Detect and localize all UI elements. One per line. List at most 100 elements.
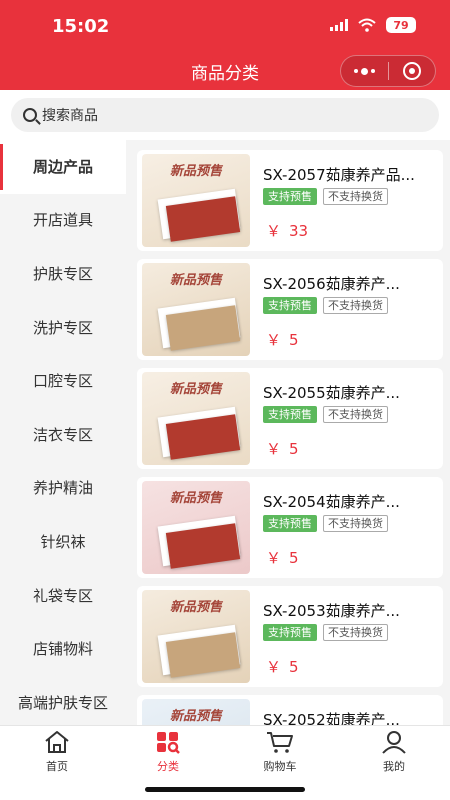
sidebar-item-laundry[interactable]: 洁衣专区: [0, 408, 126, 462]
tab-category[interactable]: 分类: [128, 730, 208, 774]
sidebar-item-socks[interactable]: 针织袜: [0, 515, 126, 569]
category-grid-icon: [157, 732, 180, 754]
close-miniprogram-button[interactable]: [389, 56, 436, 86]
sidebar-item-store-props[interactable]: 开店道具: [0, 194, 126, 248]
search-bar-container: 搜索商品: [0, 90, 450, 140]
tab-home[interactable]: 首页: [17, 730, 97, 774]
sidebar-item-label: 护肤专区: [32, 264, 93, 283]
sidebar-item-oral[interactable]: 口腔专区: [0, 354, 126, 408]
status-icons: 79: [330, 17, 416, 33]
price-value: 5: [289, 331, 299, 349]
sidebar-item-skincare[interactable]: 护肤专区: [0, 247, 126, 301]
no-exchange-tag: 不支持换货: [323, 188, 388, 205]
sidebar-item-label: 洗护专区: [32, 318, 93, 337]
sidebar-item-label: 礼袋专区: [32, 586, 93, 605]
thumb-title: 新品预售: [169, 273, 222, 288]
product-price: ￥ 33: [266, 220, 308, 241]
product-card[interactable]: 新品预售 SX-2057茹康养产品... 支持预售 不支持换货 ￥ 33: [137, 150, 443, 251]
status-time: 15:02: [52, 16, 110, 37]
sidebar-item-label: 店铺物料: [32, 640, 93, 659]
currency-symbol: ￥: [266, 658, 282, 676]
header: 15:02 79 商品分类: [0, 0, 450, 90]
product-name: SX-2054茹康养产...: [263, 493, 400, 511]
product-card[interactable]: 新品预售 SX-2056茹康养产... 支持预售 不支持换货 ￥ 5: [137, 259, 443, 360]
tab-cart-label: 购物车: [263, 760, 297, 773]
bottom-tab-bar: 首页 分类 购物车 我的: [0, 725, 450, 800]
product-list: 新品预售 SX-2057茹康养产品... 支持预售 不支持换货 ￥ 33 新品预售…: [126, 140, 450, 725]
product-name: SX-2055茹康养产...: [263, 384, 400, 402]
tab-mine-label: 我的: [383, 760, 405, 773]
home-icon: [45, 731, 69, 753]
search-icon: [23, 108, 37, 122]
product-card[interactable]: 新品预售 SX-2052茹康养产...: [137, 695, 443, 725]
price-value: 33: [289, 222, 309, 240]
category-sidebar: 周边产品 开店道具 护肤专区 洗护专区 口腔专区 洁衣专区 养护精油 针织袜 礼…: [0, 140, 126, 725]
sidebar-item-essential-oil[interactable]: 养护精油: [0, 462, 126, 516]
sidebar-item-washcare[interactable]: 洗护专区: [0, 301, 126, 355]
product-card[interactable]: 新品预售 SX-2054茹康养产... 支持预售 不支持换货 ￥ 5: [137, 477, 443, 578]
sidebar-item-label: 口腔专区: [32, 372, 93, 391]
cart-icon: [267, 732, 293, 753]
product-card[interactable]: 新品预售 SX-2055茹康养产... 支持预售 不支持换货 ￥ 5: [137, 368, 443, 469]
product-card[interactable]: 新品预售 SX-2053茹康养产... 支持预售 不支持换货 ￥ 5: [137, 586, 443, 687]
sidebar-item-peripheral[interactable]: 周边产品: [0, 140, 126, 194]
currency-symbol: ￥: [266, 222, 282, 240]
thumb-title: 新品预售: [169, 491, 222, 506]
sidebar-item-label: 养护精油: [32, 479, 93, 498]
sidebar-item-label: 针织袜: [40, 532, 86, 551]
thumb-title: 新品预售: [169, 600, 222, 615]
sidebar-item-label: 周边产品: [32, 157, 93, 176]
product-price: ￥ 5: [266, 656, 299, 677]
product-tags: 支持预售 不支持换货: [263, 624, 388, 641]
tab-cart[interactable]: 购物车: [240, 730, 320, 774]
product-image[interactable]: 新品预售: [142, 481, 250, 574]
product-price: ￥ 5: [266, 438, 299, 459]
currency-symbol: ￥: [266, 331, 282, 349]
search-input[interactable]: 搜索商品: [11, 98, 439, 132]
currency-symbol: ￥: [266, 549, 282, 567]
presale-tag: 支持预售: [263, 515, 317, 532]
presale-tag: 支持预售: [263, 297, 317, 314]
battery-indicator: 79: [386, 17, 416, 33]
price-value: 5: [289, 658, 299, 676]
mini-program-capsule: [340, 55, 436, 87]
product-name: SX-2056茹康养产...: [263, 275, 400, 293]
sidebar-item-store-materials[interactable]: 店铺物料: [0, 622, 126, 676]
product-image[interactable]: 新品预售: [142, 699, 250, 725]
product-image[interactable]: 新品预售: [142, 154, 250, 247]
no-exchange-tag: 不支持换货: [323, 515, 388, 532]
product-image[interactable]: 新品预售: [142, 590, 250, 683]
presale-tag: 支持预售: [263, 406, 317, 423]
price-value: 5: [289, 440, 299, 458]
tab-home-label: 首页: [46, 760, 68, 773]
product-image[interactable]: 新品预售: [142, 263, 250, 356]
target-icon: [402, 62, 421, 80]
product-image[interactable]: 新品预售: [142, 372, 250, 465]
product-price: ￥ 5: [266, 547, 299, 568]
tab-category-label: 分类: [157, 760, 179, 773]
more-button[interactable]: [341, 56, 388, 86]
sidebar-item-gift-bags[interactable]: 礼袋专区: [0, 569, 126, 623]
sidebar-item-label: 洁衣专区: [32, 425, 93, 444]
product-name: SX-2052茹康养产...: [263, 711, 400, 725]
tab-mine[interactable]: 我的: [354, 730, 434, 774]
presale-tag: 支持预售: [263, 624, 317, 641]
wifi-icon: [358, 18, 376, 32]
thumb-title: 新品预售: [169, 164, 222, 179]
sidebar-item-label: 高端护肤专区: [17, 693, 108, 712]
user-icon: [382, 731, 406, 754]
currency-symbol: ￥: [266, 440, 282, 458]
no-exchange-tag: 不支持换货: [323, 624, 388, 641]
product-price: ￥ 5: [266, 329, 299, 350]
product-tags: 支持预售 不支持换货: [263, 297, 388, 314]
no-exchange-tag: 不支持换货: [323, 406, 388, 423]
thumb-title: 新品预售: [169, 382, 222, 397]
signal-icon: [330, 19, 348, 31]
product-name: SX-2053茹康养产...: [263, 602, 400, 620]
product-tags: 支持预售 不支持换货: [263, 406, 388, 423]
product-name: SX-2057茹康养产品...: [263, 166, 415, 184]
presale-tag: 支持预售: [263, 188, 317, 205]
sidebar-item-premium-skincare[interactable]: 高端护肤专区: [0, 676, 126, 725]
more-dots-icon: [353, 67, 375, 75]
search-placeholder: 搜索商品: [42, 108, 98, 124]
